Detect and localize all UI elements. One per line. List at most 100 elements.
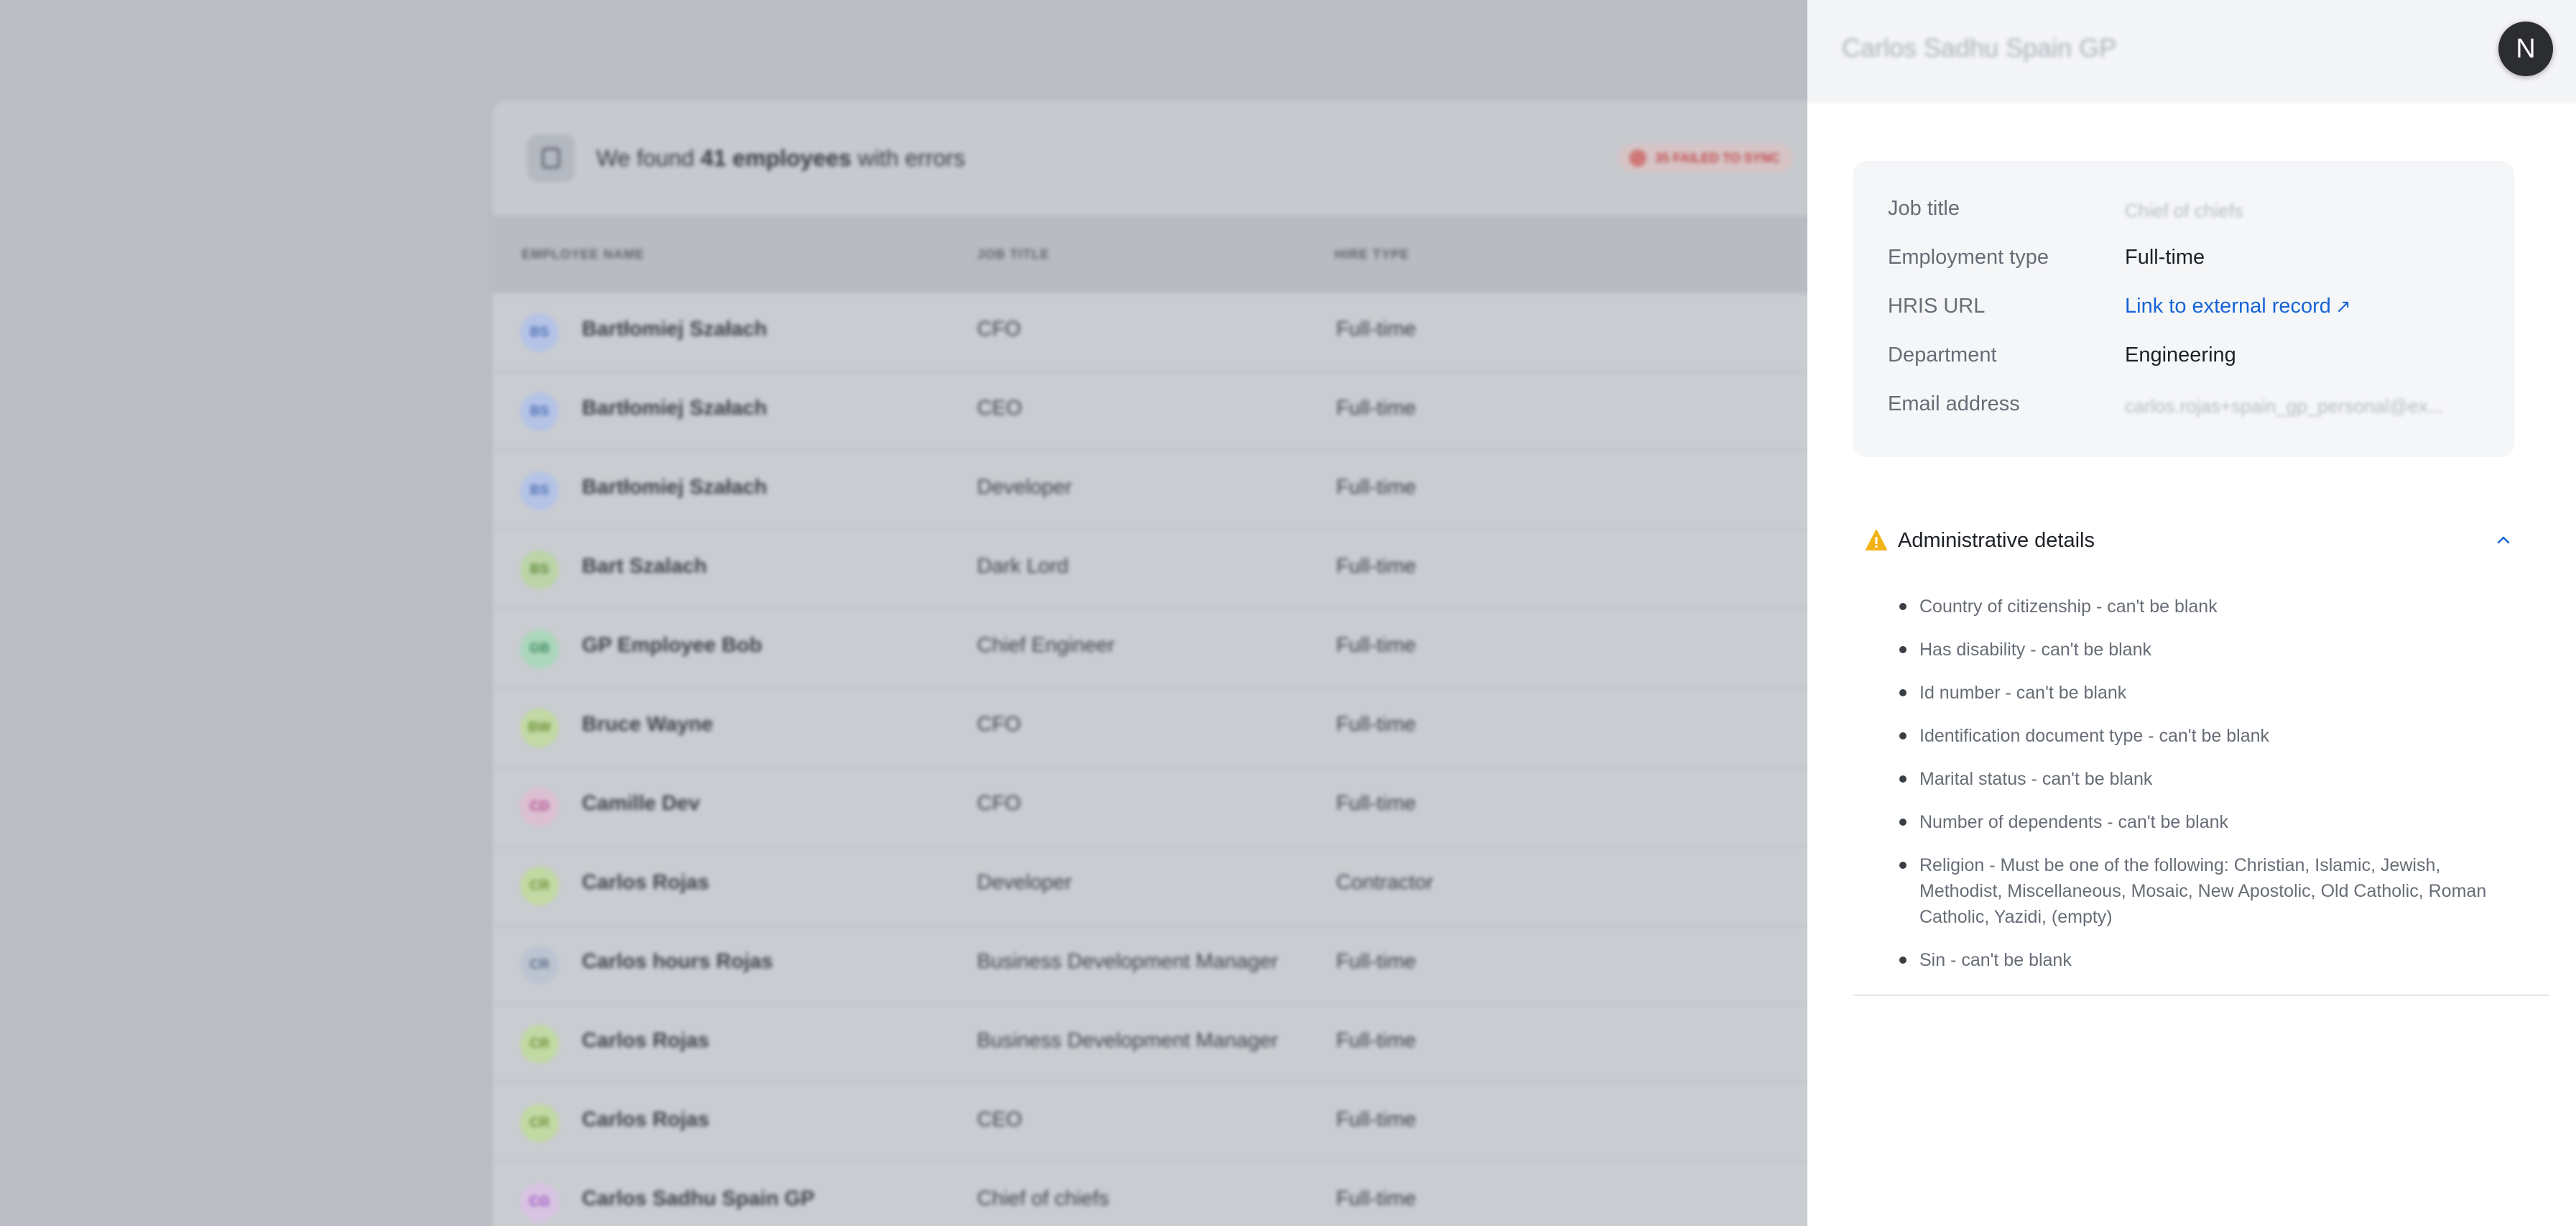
external-link-icon: ↗: [2335, 295, 2351, 317]
employment-type-label: Employment type: [1888, 246, 2049, 269]
employee-name: GP Employee Bob: [582, 634, 762, 657]
employment-type-value: Full-time: [2125, 246, 2205, 269]
hire-type: Full-time: [1336, 318, 1417, 341]
employee-name: Bartłomiej Szałach: [582, 476, 767, 499]
employee-name: Carlos Sadhu Spain GP: [582, 1187, 815, 1210]
employee-name: Carlos hours Rojas: [582, 950, 773, 973]
employee-name: Carlos Rojas: [582, 1029, 710, 1052]
table-row[interactable]: GB GP Employee Bob Chief Engineer Full-time: [493, 609, 1807, 688]
job-title-value: Chief of chiefs: [2125, 200, 2243, 221]
avatar: BS: [520, 550, 559, 589]
background-page: We found 41 employees with errors 35 FAI…: [0, 0, 1807, 1226]
panel-title: Carlos Sadhu Spain GP: [1842, 33, 2117, 63]
avatar: CD: [520, 788, 559, 826]
table-row[interactable]: CR Carlos Rojas Business Development Manag…: [493, 1005, 1807, 1084]
employees-errors-card: We found 41 employees with errors 35 FAI…: [493, 101, 1807, 1226]
email-label: Email address: [1888, 392, 2020, 415]
warning-triangle-icon: [1866, 530, 1887, 550]
hire-type: Full-time: [1336, 397, 1417, 420]
hire-type: Full-time: [1336, 555, 1417, 578]
avatar: CG: [520, 1183, 559, 1222]
job-title: Chief of chiefs: [977, 1187, 1109, 1210]
table-row[interactable]: BS Bartłomiej Szałach CFO Full-time: [493, 293, 1807, 372]
department-value: Engineering: [2125, 344, 2236, 367]
hris-url-label: HRIS URL: [1888, 295, 1986, 318]
job-title: Dark Lord: [977, 555, 1069, 578]
job-title: CFO: [977, 713, 1021, 736]
hire-type: Full-time: [1336, 476, 1417, 499]
failed-sync-badge: 35 FAILED TO SYNC: [1618, 144, 1793, 172]
department-label: Department: [1888, 344, 1997, 367]
table-row[interactable]: BS Bart Szalach Dark Lord Full-time: [493, 530, 1807, 609]
table-row[interactable]: BS Bartłomiej Szałach Developer Full-time: [493, 451, 1807, 530]
table-row[interactable]: CR Carlos Rojas Developer Contractor: [493, 847, 1807, 926]
employee-name: Bartłomiej Szałach: [582, 397, 767, 420]
employee-table-body: BS Bartłomiej Szałach CFO Full-time BS Bartło…: [493, 293, 1807, 1226]
job-title: CFO: [977, 318, 1021, 341]
table-row[interactable]: CR Carlos hours Rojas Business Development…: [493, 926, 1807, 1005]
job-title: CEO: [977, 397, 1022, 420]
error-item: Religion - Must be one of the following:…: [1885, 852, 2517, 930]
hire-type: Full-time: [1336, 1187, 1417, 1210]
hire-type: Contractor: [1336, 871, 1434, 894]
employee-info-box: Job title Chief of chiefs Employment typ…: [1853, 161, 2514, 457]
avatar: BS: [520, 471, 559, 510]
error-item: Identification document type - can't be …: [1885, 723, 2517, 749]
hire-type: Full-time: [1336, 792, 1417, 815]
error-item: Sin - can't be blank: [1885, 947, 2517, 973]
card-header: We found 41 employees with errors 35 FAI…: [493, 101, 1807, 216]
avatar: CR: [520, 1104, 559, 1143]
error-item: Country of citizenship - can't be blank: [1885, 594, 2517, 619]
job-title: Developer: [977, 871, 1072, 894]
employee-name: Camille Dev: [582, 792, 700, 815]
table-row[interactable]: CR Carlos Rojas CEO Full-time: [493, 1084, 1807, 1163]
employee-name: Bart Szalach: [582, 555, 708, 578]
table-row[interactable]: BS Bartłomiej Szałach CEO Full-time: [493, 372, 1807, 451]
table-row[interactable]: CD Camille Dev CFO Full-time: [493, 768, 1807, 847]
job-title-label: Job title: [1888, 197, 1960, 220]
job-title: Business Development Manager: [977, 1029, 1279, 1052]
col-job-title: JOB TITLE: [977, 246, 1050, 262]
employee-name: Bruce Wayne: [582, 713, 713, 736]
section-divider: [1853, 995, 2549, 996]
hire-type: Full-time: [1336, 713, 1417, 736]
error-item: Number of dependents - can't be blank: [1885, 809, 2517, 835]
avatar: BW: [520, 709, 559, 747]
app-logo[interactable]: N: [2498, 22, 2553, 76]
avatar: GB: [520, 630, 559, 668]
avatar: CR: [520, 867, 559, 905]
col-hire-type: HIRE TYPE: [1335, 246, 1410, 262]
avatar: CR: [520, 1025, 559, 1064]
hire-type: Full-time: [1336, 1029, 1417, 1052]
job-title: CFO: [977, 792, 1021, 815]
employee-name: Carlos Rojas: [582, 1108, 710, 1131]
chevron-up-icon[interactable]: [2493, 529, 2514, 550]
hris-external-link[interactable]: Link to external record ↗: [2125, 295, 2351, 318]
avatar: BS: [520, 392, 559, 431]
employee-icon: [527, 134, 575, 182]
hris-link-text[interactable]: Link to external record: [2125, 295, 2331, 318]
hire-type: Full-time: [1336, 950, 1417, 973]
error-icon: [1629, 149, 1646, 167]
table-row[interactable]: CG Carlos Sadhu Spain GP Chief of chiefs Fu…: [493, 1163, 1807, 1226]
email-value: carlos.rojas+spain_gp_personal@ex...: [2125, 395, 2444, 417]
panel-header: Carlos Sadhu Spain GP N: [1807, 0, 2576, 103]
job-title: Developer: [977, 476, 1072, 499]
col-employee-name: EMPLOYEE NAME: [522, 246, 645, 262]
avatar: CR: [520, 946, 559, 985]
job-title: Chief Engineer: [977, 634, 1115, 657]
administrative-details-toggle[interactable]: Administrative details: [1865, 527, 2526, 556]
job-title: CEO: [977, 1108, 1022, 1131]
errors-summary: We found 41 employees with errors: [596, 144, 965, 171]
administrative-errors-list: Country of citizenship - can't be blank …: [1885, 594, 2517, 990]
table-header: EMPLOYEE NAME JOB TITLE HIRE TYPE: [493, 216, 1807, 293]
hire-type: Full-time: [1336, 1108, 1417, 1131]
employee-name: Bartłomiej Szałach: [582, 318, 767, 341]
administrative-details-title: Administrative details: [1898, 529, 2095, 552]
error-item: Has disability - can't be blank: [1885, 637, 2517, 663]
hire-type: Full-time: [1336, 634, 1417, 657]
job-title: Business Development Manager: [977, 950, 1279, 973]
avatar: BS: [520, 313, 559, 352]
table-row[interactable]: BW Bruce Wayne CFO Full-time: [493, 688, 1807, 768]
employee-detail-panel: Carlos Sadhu Spain GP N Job title Chief …: [1807, 0, 2576, 1226]
